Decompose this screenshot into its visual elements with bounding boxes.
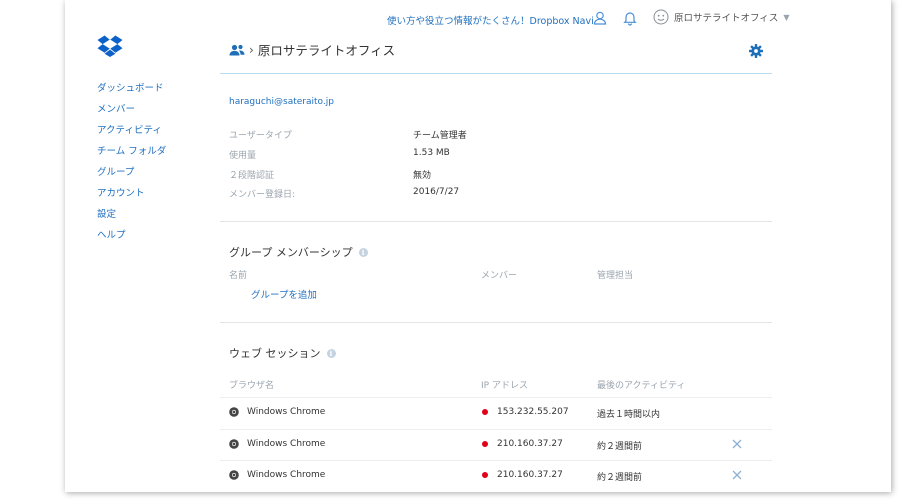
session-browser: Windows Chrome xyxy=(229,439,325,449)
team-members-icon[interactable] xyxy=(229,44,245,56)
session-col-ip: IP アドレス xyxy=(481,381,528,391)
session-browser-name: Windows Chrome xyxy=(247,439,326,449)
join-date-value: 2016/7/27 xyxy=(413,187,460,197)
sidebar-item-members[interactable]: メンバー xyxy=(97,103,166,124)
bell-icon[interactable] xyxy=(622,10,638,26)
group-membership-title: グループ メンバーシップ i xyxy=(229,244,368,260)
japan-flag-icon xyxy=(481,408,489,416)
session-ip-value: 210.160.37.27 xyxy=(497,470,563,480)
section-divider xyxy=(220,221,772,222)
session-ip-value: 153.232.55.207 xyxy=(497,407,569,417)
sidebar-item-settings[interactable]: 設定 xyxy=(97,208,166,229)
header-divider xyxy=(220,73,772,74)
info-icon[interactable]: i xyxy=(358,247,368,257)
sidebar-item-activity[interactable]: アクティビティ xyxy=(97,124,166,145)
chrome-icon xyxy=(229,439,239,449)
group-col-managed: 管理担当 xyxy=(597,271,634,281)
web-sessions-heading: ウェブ セッション xyxy=(229,347,321,360)
add-group-link[interactable]: グループを追加 xyxy=(251,287,317,301)
member-email: haraguchi@sateraito.jp xyxy=(229,97,334,107)
app-window: 使い方や役立つ情報がたくさん！Dropbox Navi 原ロサテライトオフィス … xyxy=(65,0,891,492)
japan-flag-icon xyxy=(481,471,489,479)
session-ip: 153.232.55.207 xyxy=(481,407,569,417)
sidebar-item-groups[interactable]: グループ xyxy=(97,166,166,187)
breadcrumb: › 原ロサテライトオフィス xyxy=(229,40,395,59)
user-type-value: チーム管理者 xyxy=(413,131,467,141)
dropbox-navi-link[interactable]: 使い方や役立つ情報がたくさん！Dropbox Navi xyxy=(387,13,594,27)
join-date-label: メンバー登録日: xyxy=(229,190,296,200)
group-col-name: 名前 xyxy=(229,271,248,281)
usage-label: 使用量 xyxy=(229,151,257,161)
sidebar-item-help[interactable]: ヘルプ xyxy=(97,229,166,250)
group-col-members: メンバー xyxy=(481,271,518,281)
sidebar-item-dashboard[interactable]: ダッシュボード xyxy=(97,82,166,103)
japan-flag-icon xyxy=(481,440,489,448)
account-name: 原ロサテライトオフィス xyxy=(674,13,779,24)
top-bar: 使い方や役立つ情報がたくさん！Dropbox Navi 原ロサテライトオフィス … xyxy=(65,0,891,36)
group-membership-heading: グループ メンバーシップ xyxy=(229,246,353,259)
session-activity: 約２週間前 xyxy=(597,442,643,452)
chrome-icon xyxy=(229,470,239,480)
session-browser: Windows Chrome xyxy=(229,470,325,480)
close-icon[interactable] xyxy=(731,438,743,450)
user-type-label: ユーザータイプ xyxy=(229,131,292,141)
page-title: 原ロサテライトオフィス xyxy=(257,43,396,58)
breadcrumb-separator: › xyxy=(249,42,254,57)
chrome-icon xyxy=(229,407,239,417)
row-divider xyxy=(220,460,772,461)
dropbox-logo-icon[interactable] xyxy=(97,35,123,57)
session-browser-name: Windows Chrome xyxy=(247,407,326,417)
web-sessions-title: ウェブ セッション i xyxy=(229,345,336,361)
section-divider xyxy=(220,322,772,323)
session-ip: 210.160.37.27 xyxy=(481,470,563,480)
row-divider xyxy=(220,429,772,430)
row-divider xyxy=(220,397,772,398)
session-browser-name: Windows Chrome xyxy=(247,470,326,480)
session-col-activity: 最後のアクティビティ xyxy=(597,381,686,391)
two-step-label: ２段階認証 xyxy=(229,171,275,181)
sidebar-item-team-folders[interactable]: チーム フォルダ xyxy=(97,145,166,166)
gear-icon[interactable] xyxy=(749,44,763,58)
chevron-down-icon: ▼ xyxy=(783,12,790,22)
session-activity: 過去１時間以内 xyxy=(597,410,661,420)
session-ip: 210.160.37.27 xyxy=(481,439,563,449)
session-col-browser: ブラウザ名 xyxy=(229,381,275,391)
account-menu[interactable]: 原ロサテライトオフィス ▼ xyxy=(653,9,789,25)
two-step-value: 無効 xyxy=(413,171,432,181)
user-icon[interactable] xyxy=(592,10,608,26)
sidebar-nav: ダッシュボード メンバー アクティビティ チーム フォルダ グループ アカウント… xyxy=(97,82,166,250)
avatar-icon xyxy=(653,9,669,25)
sidebar-item-account[interactable]: アカウント xyxy=(97,187,166,208)
session-activity: 約２週間前 xyxy=(597,473,643,483)
info-icon[interactable]: i xyxy=(326,348,336,358)
session-browser: Windows Chrome xyxy=(229,407,325,417)
usage-value: 1.53 MB xyxy=(413,148,450,158)
close-icon[interactable] xyxy=(731,469,743,481)
session-ip-value: 210.160.37.27 xyxy=(497,439,563,449)
